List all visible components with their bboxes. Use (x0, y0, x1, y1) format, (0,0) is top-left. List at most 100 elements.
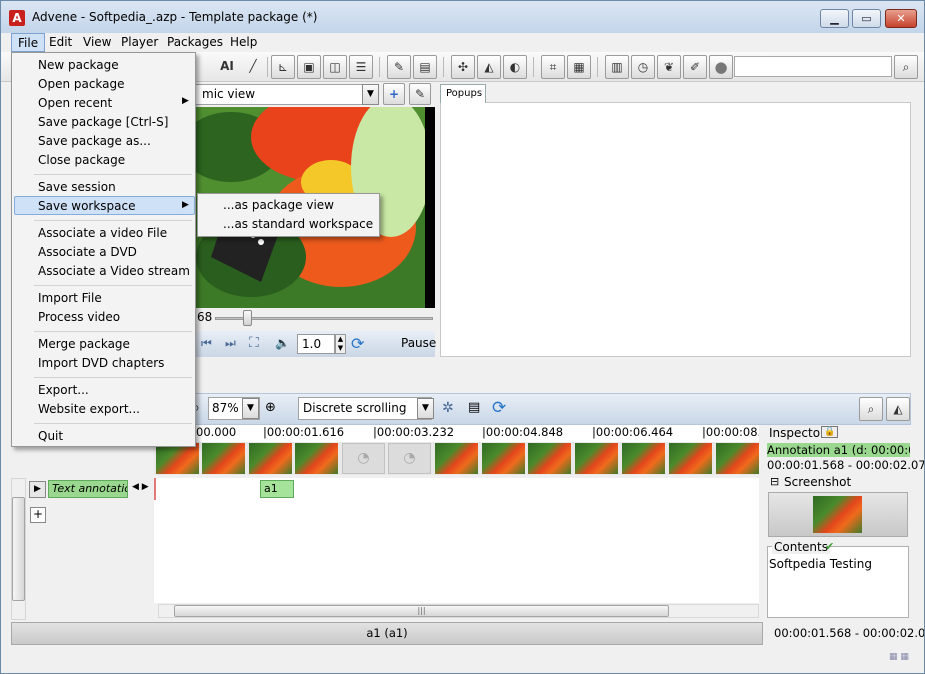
pause-button[interactable]: Pause (401, 336, 436, 350)
resize-grip-icon[interactable]: ▦ ▦ (889, 652, 909, 662)
loading-thumbnail-icon: ◔ (388, 443, 431, 474)
edit-tools-icon[interactable]: ✐ (683, 55, 707, 79)
contents-label: Contents (772, 540, 830, 554)
chart-view-icon[interactable]: ⊾ (271, 55, 295, 79)
video-thumbnail (716, 443, 759, 474)
minimize-button[interactable]: ▁ (820, 9, 849, 28)
maximize-button[interactable]: ▭ (852, 9, 881, 28)
zoom-fit-icon[interactable]: ⊕ (265, 400, 276, 415)
track-list (11, 478, 152, 620)
tab-popups[interactable]: Popups (440, 84, 486, 103)
menu-item-open-package[interactable]: Open package (38, 77, 125, 91)
menu-view[interactable]: View (77, 33, 117, 52)
contents-text: Softpedia Testing (769, 557, 872, 571)
close-button[interactable]: ✕ (885, 9, 917, 28)
menu-item-save-package[interactable]: Save package [Ctrl-S] (38, 115, 168, 129)
save-workspace-submenu: ...as package view ...as standard worksp… (197, 193, 380, 237)
scroll-mode-dropdown-icon[interactable]: ▼ (417, 398, 434, 419)
scroll-mode-selector[interactable]: Discrete scrolling (298, 397, 432, 420)
video-thumbnail (156, 443, 199, 474)
thumbnail-strip[interactable]: ◔ ◔ (154, 442, 759, 475)
schedule-icon[interactable]: ▥ (605, 55, 629, 79)
network-icon[interactable]: ✣ (451, 55, 475, 79)
record-icon[interactable]: ● (709, 55, 733, 79)
collapse-icon[interactable]: ⊟ (770, 475, 779, 488)
sphere-icon[interactable]: ◐ (503, 55, 527, 79)
search-icon[interactable]: ⌕ (894, 55, 918, 79)
menu-item-save-package-as[interactable]: Save package as... (38, 134, 151, 148)
list-view-icon[interactable]: ☰ (349, 55, 373, 79)
track-play-icon[interactable]: ▶ (29, 481, 46, 498)
lock-icon[interactable]: 🔒 (821, 426, 839, 438)
text-tool-icon[interactable]: AI (215, 55, 239, 79)
volume-icon[interactable]: 🔈 (275, 336, 290, 350)
skip-forward-icon[interactable]: ⏭ (225, 336, 236, 351)
menu-item-associate-video-stream[interactable]: Associate a Video stream (38, 264, 190, 278)
track-nav-arrows-icon[interactable]: ◀ ▶ (132, 482, 149, 492)
timeline-search-icon[interactable]: ⌕ (859, 397, 883, 421)
add-track-button[interactable]: + (30, 507, 46, 523)
timeline-tick: |00:00:03.232 (373, 425, 455, 439)
menu-item-close-package[interactable]: Close package (38, 153, 125, 167)
menu-separator (34, 220, 192, 221)
edit-view-icon[interactable]: ✎ (409, 83, 431, 105)
notes-icon[interactable]: ▤ (468, 400, 480, 415)
menu-item-save-session[interactable]: Save session (38, 180, 116, 194)
settings-icon[interactable]: ✲ (442, 400, 454, 416)
submenu-item-as-standard-workspace[interactable]: ...as standard workspace (223, 217, 373, 231)
menu-item-export[interactable]: Export... (38, 383, 89, 397)
menu-player[interactable]: Player (115, 33, 164, 52)
menu-packages[interactable]: Packages (161, 33, 229, 52)
vertical-scroll-thumb[interactable] (12, 497, 25, 601)
track-label[interactable]: Text annotation (48, 480, 128, 498)
view-selector[interactable]: mic view (191, 84, 379, 105)
document-icon[interactable]: ▦ (567, 55, 591, 79)
timeline-ruler[interactable]: 00.000 |00:00:01.616 |00:00:03.232 |00:0… (154, 425, 759, 442)
zoom-dropdown-icon[interactable]: ▼ (242, 398, 259, 419)
web-view-icon[interactable]: ⌗ (541, 55, 565, 79)
menu-item-open-recent[interactable]: Open recent (38, 96, 112, 110)
sync-icon[interactable]: ⟳ (351, 334, 364, 353)
playback-rate-input[interactable]: 1.0 (297, 334, 335, 354)
skip-back-icon[interactable]: ⏮ (201, 336, 212, 351)
horizontal-scroll-thumb[interactable]: ||| (174, 605, 669, 617)
inspector-annotation-line: Annotation a1 (d: 00:00:00.50 (767, 443, 910, 457)
video-thumbnail (528, 443, 571, 474)
book-icon[interactable]: ▤ (413, 55, 437, 79)
menu-edit[interactable]: Edit (43, 33, 78, 52)
menu-separator (34, 423, 192, 424)
menu-item-import-dvd-chapters[interactable]: Import DVD chapters (38, 356, 164, 370)
table-view-icon[interactable]: ▣ (297, 55, 321, 79)
menu-file[interactable]: File (11, 33, 46, 52)
position-slider-handle[interactable] (243, 310, 252, 326)
menu-item-save-workspace[interactable]: Save workspace (38, 199, 136, 213)
menu-item-website-export[interactable]: Website export... (38, 402, 140, 416)
split-view-icon[interactable]: ◫ (323, 55, 347, 79)
search-input[interactable] (734, 56, 892, 77)
menu-item-new-package[interactable]: New package (38, 58, 119, 72)
chevron-down-icon[interactable]: ▼ (362, 84, 379, 105)
menu-item-associate-video-file[interactable]: Associate a video File (38, 226, 167, 240)
menu-help[interactable]: Help (224, 33, 263, 52)
menu-item-merge-package[interactable]: Merge package (38, 337, 130, 351)
annotation-track-area[interactable] (154, 478, 759, 603)
check-icon: ✔ (825, 540, 835, 553)
fullscreen-icon[interactable]: ⛶ (249, 335, 259, 351)
menu-item-process-video[interactable]: Process video (38, 310, 120, 324)
clock-icon[interactable]: ◷ (631, 55, 655, 79)
status-bar: a1 (a1) (11, 622, 763, 645)
pen-tool-icon[interactable]: ╱ (241, 55, 265, 79)
menu-item-associate-dvd[interactable]: Associate a DVD (38, 245, 137, 259)
footprints-icon[interactable]: ❦ (657, 55, 681, 79)
compare-view-icon[interactable]: ◭ (886, 397, 910, 421)
annotation-a1[interactable]: a1 (260, 480, 294, 498)
timeline-tick: |00:00:04.848 (482, 425, 564, 439)
compare-icon[interactable]: ◭ (477, 55, 501, 79)
submenu-item-as-package-view[interactable]: ...as package view (223, 198, 334, 212)
add-view-icon[interactable]: + (383, 83, 405, 105)
menu-item-quit[interactable]: Quit (38, 429, 63, 443)
menu-item-import-file[interactable]: Import File (38, 291, 102, 305)
rate-stepper[interactable]: ▲ ▼ (335, 334, 346, 354)
refresh-icon[interactable]: ⟳ (492, 398, 506, 418)
edit-note-icon[interactable]: ✎ (387, 55, 411, 79)
